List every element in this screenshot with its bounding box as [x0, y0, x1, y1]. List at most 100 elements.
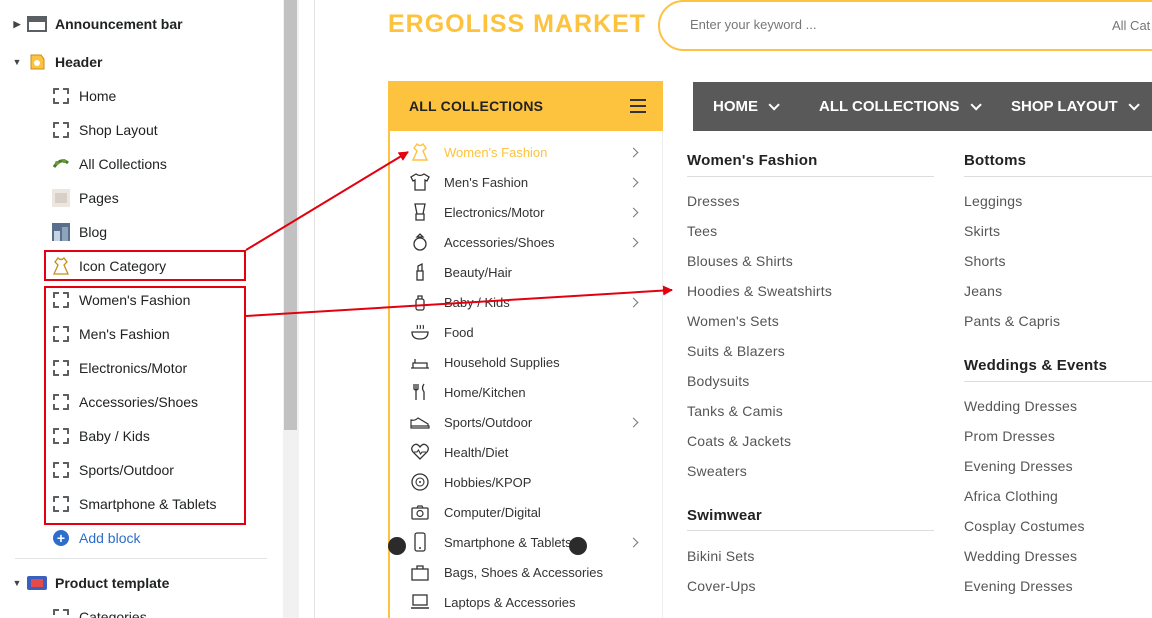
category-label: Electronics/Motor: [444, 204, 545, 220]
block-all-collections[interactable]: All Collections: [0, 149, 283, 179]
mega-menu-link[interactable]: Africa Clothing: [964, 488, 1058, 504]
category-item[interactable]: Hobbies/KPOP: [390, 467, 662, 497]
category-item[interactable]: Bags, Shoes & Accessories: [390, 557, 662, 587]
hamburger-menu-icon[interactable]: [630, 99, 646, 113]
chevron-right-icon: [628, 537, 639, 547]
section-announcement-bar[interactable]: ▶ Announcement bar: [0, 9, 283, 39]
category-label: Home/Kitchen: [444, 384, 526, 400]
block-shop-layout[interactable]: Shop Layout: [0, 115, 283, 145]
mega-col-title-swimwear[interactable]: Swimwear: [687, 507, 762, 524]
category-item[interactable]: Men's Fashion: [390, 167, 662, 197]
category-item[interactable]: Baby / Kids: [390, 287, 662, 317]
block-label: Home: [79, 88, 117, 104]
nav-label: SHOP LAYOUT: [1011, 98, 1118, 115]
mega-menu-link[interactable]: Wedding Dresses: [964, 548, 1077, 564]
nav-home[interactable]: HOME: [713, 82, 780, 131]
mega-menu-link[interactable]: Blouses & Shirts: [687, 253, 793, 269]
mega-menu-link[interactable]: Cover-Ups: [687, 578, 756, 594]
mega-menu-link[interactable]: Dresses: [687, 193, 740, 209]
category-item[interactable]: Household Supplies: [390, 347, 662, 377]
mega-menu-link[interactable]: Wedding Dresses: [964, 398, 1077, 414]
category-item[interactable]: Food: [390, 317, 662, 347]
column-divider: [964, 381, 1152, 382]
section-divider: [15, 558, 267, 559]
mega-menu-link[interactable]: Shorts: [964, 253, 1006, 269]
laptop-icon: [410, 592, 430, 612]
add-block-button[interactable]: + Add block: [0, 523, 283, 553]
mega-menu-link[interactable]: Cosplay Costumes: [964, 518, 1085, 534]
pages-thumbnail-icon: [51, 188, 71, 208]
block-categories[interactable]: Categories: [0, 602, 283, 618]
sidebar-scrollbar-thumb[interactable]: [284, 0, 297, 430]
category-label: Sports/Outdoor: [444, 414, 533, 430]
mega-menu-link[interactable]: Skirts: [964, 223, 1000, 239]
category-item[interactable]: Laptops & Accessories: [390, 587, 662, 617]
mega-col-title-weddings-events[interactable]: Weddings & Events: [964, 357, 1107, 374]
all-collections-header[interactable]: ALL COLLECTIONS: [388, 81, 663, 131]
nav-shop-layout[interactable]: SHOP LAYOUT: [1011, 82, 1140, 131]
mega-col-title-bottoms[interactable]: Bottoms: [964, 152, 1026, 169]
mega-menu-link[interactable]: Evening Dresses: [964, 458, 1073, 474]
block-home[interactable]: Home: [0, 81, 283, 111]
section-product-template[interactable]: ▼ Product template: [0, 568, 283, 598]
category-item[interactable]: Sports/Outdoor: [390, 407, 662, 437]
mega-menu-link[interactable]: Leggings: [964, 193, 1022, 209]
chevron-down-icon: [1128, 98, 1140, 111]
category-item[interactable]: Computer/Digital: [390, 497, 662, 527]
category-label: Food: [444, 324, 474, 340]
search-input[interactable]: [690, 17, 990, 32]
search-bar[interactable]: All Cat: [658, 0, 1152, 51]
shirt-icon: [410, 172, 430, 192]
category-item[interactable]: Smartphone & Tablets: [390, 527, 662, 557]
category-item[interactable]: Health/Diet: [390, 437, 662, 467]
section-header[interactable]: ▼ Header: [0, 47, 283, 77]
dress-icon: [410, 142, 430, 162]
nav-all-collections[interactable]: ALL COLLECTIONS: [819, 82, 982, 131]
mega-menu-link[interactable]: Women's Sets: [687, 313, 779, 329]
chevron-right-icon: [628, 237, 639, 247]
category-item[interactable]: Beauty/Hair: [390, 257, 662, 287]
mega-menu-link[interactable]: Evening Dresses: [964, 578, 1073, 594]
highlight-box-icon-category: [44, 250, 246, 281]
block-label: All Collections: [79, 156, 167, 172]
chevron-down-icon[interactable]: ▼: [12, 57, 22, 67]
mega-menu-link[interactable]: Tanks & Camis: [687, 403, 783, 419]
chevron-right-icon: [628, 177, 639, 187]
category-menu: Women's Fashion Men's Fashion Electronics/…: [388, 131, 663, 618]
add-block-label: Add block: [79, 530, 141, 546]
announcement-bar-label: Announcement bar: [55, 16, 183, 32]
annotation-dot: [569, 537, 587, 555]
dashed-block-icon: [51, 607, 71, 618]
category-item[interactable]: Electronics/Motor: [390, 197, 662, 227]
mega-menu-link[interactable]: Bikini Sets: [687, 548, 755, 564]
chevron-right-icon[interactable]: ▶: [12, 19, 22, 30]
vinyl-record-icon: [410, 472, 430, 492]
mega-menu-link[interactable]: Prom Dresses: [964, 428, 1055, 444]
announcement-bar-icon: [27, 14, 47, 34]
mega-menu-link[interactable]: Tees: [687, 223, 717, 239]
mega-menu-link[interactable]: Bodysuits: [687, 373, 750, 389]
mega-menu-link[interactable]: Pants & Capris: [964, 313, 1060, 329]
blog-thumbnail-icon: [51, 222, 71, 242]
category-label: Computer/Digital: [444, 504, 541, 520]
product-template-icon: [27, 573, 47, 593]
mega-menu-link[interactable]: Hoodies & Sweatshirts: [687, 283, 832, 299]
block-blog[interactable]: Blog: [0, 217, 283, 247]
category-item[interactable]: Women's Fashion: [390, 137, 662, 167]
category-item[interactable]: Home/Kitchen: [390, 377, 662, 407]
mega-menu-link[interactable]: Sweaters: [687, 463, 747, 479]
mega-menu-link[interactable]: Coats & Jackets: [687, 433, 791, 449]
block-pages[interactable]: Pages: [0, 183, 283, 213]
search-category-select[interactable]: All Cat: [1112, 18, 1150, 33]
category-item[interactable]: Accessories/Shoes: [390, 227, 662, 257]
category-label: Laptops & Accessories: [444, 594, 576, 610]
mega-menu-link[interactable]: Jeans: [964, 283, 1002, 299]
main-nav: HOME ALL COLLECTIONS SHOP LAYOUT: [693, 82, 1152, 131]
chevron-right-icon: [628, 207, 639, 217]
mega-col-title-womens-fashion[interactable]: Women's Fashion: [687, 152, 817, 169]
sneaker-icon: [410, 412, 430, 432]
category-label: Hobbies/KPOP: [444, 474, 532, 490]
chevron-down-icon[interactable]: ▼: [12, 578, 22, 588]
mega-menu-link[interactable]: Suits & Blazers: [687, 343, 785, 359]
store-logo[interactable]: ERGOLISS MARKET: [388, 10, 646, 39]
